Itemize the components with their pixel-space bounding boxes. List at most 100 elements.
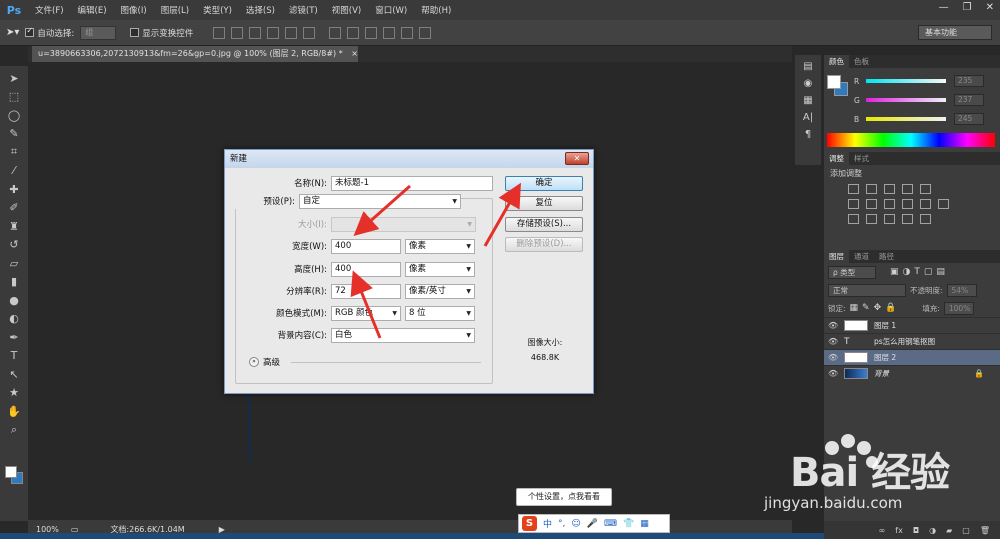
- color-spectrum[interactable]: [827, 133, 995, 147]
- filter-pixel-icon[interactable]: ▣: [890, 267, 899, 277]
- distribute-hcenter-icon[interactable]: [401, 26, 414, 39]
- tab-color[interactable]: 颜色: [824, 55, 849, 68]
- pen-tool-icon[interactable]: ✒: [4, 328, 24, 347]
- resolution-unit-dropdown[interactable]: 像素/英寸: [405, 283, 475, 299]
- brush-tool-icon[interactable]: ✐: [4, 199, 24, 218]
- align-top-icon[interactable]: [213, 26, 226, 39]
- info-panel-icon[interactable]: ▦: [803, 95, 812, 106]
- width-unit-dropdown[interactable]: 像素: [405, 238, 475, 254]
- visibility-eye-icon[interactable]: 👁: [828, 369, 838, 378]
- menu-type[interactable]: 类型(Y): [196, 4, 239, 16]
- zoom-tool-icon[interactable]: ⌕: [4, 421, 24, 440]
- fill-input[interactable]: 100%: [943, 301, 974, 315]
- eraser-tool-icon[interactable]: ▱: [4, 254, 24, 273]
- properties-panel-icon[interactable]: ◉: [804, 78, 813, 89]
- layer-kind-filter[interactable]: ρ 类型: [828, 265, 876, 279]
- menu-select[interactable]: 选择(S): [239, 4, 282, 16]
- ime-punct-icon[interactable]: °,: [558, 519, 565, 529]
- selective-color-icon[interactable]: [920, 214, 931, 224]
- channel-b-value[interactable]: 245: [954, 113, 984, 125]
- tab-channels[interactable]: 通道: [849, 250, 874, 263]
- ime-mode-toggle[interactable]: 中: [543, 517, 552, 530]
- width-input[interactable]: 400: [331, 238, 401, 254]
- ime-keyboard-icon[interactable]: ⌨: [604, 519, 617, 529]
- auto-select-checkbox[interactable]: [25, 26, 35, 37]
- opacity-input[interactable]: 54%: [946, 283, 977, 297]
- menu-image[interactable]: 图像(I): [114, 4, 154, 16]
- channel-mixer-icon[interactable]: [920, 199, 931, 209]
- filter-adjust-icon[interactable]: ◑: [903, 267, 911, 277]
- minimize-button[interactable]: —: [939, 2, 949, 13]
- healing-brush-tool-icon[interactable]: ✚: [4, 180, 24, 199]
- filter-smart-icon[interactable]: ▤: [936, 267, 945, 277]
- name-input[interactable]: 未标题-1: [331, 175, 493, 191]
- layer-row[interactable]: 👁 图层 1: [824, 317, 1000, 333]
- lock-paint-icon[interactable]: ✎: [862, 303, 870, 313]
- dodge-tool-icon[interactable]: ◐: [4, 310, 24, 329]
- expand-chevron-icon[interactable]: »: [249, 357, 259, 367]
- move-tool-icon[interactable]: ➤▾: [6, 27, 19, 38]
- black-white-icon[interactable]: [884, 199, 895, 209]
- shape-tool-icon[interactable]: ★: [4, 384, 24, 403]
- paragraph-panel-icon[interactable]: ¶: [805, 129, 811, 140]
- distribute-right-icon[interactable]: [419, 26, 432, 39]
- advanced-toggle[interactable]: » 高级: [249, 356, 280, 368]
- workspace-switcher[interactable]: 基本功能: [918, 25, 992, 40]
- menu-edit[interactable]: 编辑(E): [71, 4, 114, 16]
- visibility-eye-icon[interactable]: 👁: [828, 321, 838, 330]
- bg-contents-dropdown[interactable]: 白色: [331, 327, 475, 343]
- blur-tool-icon[interactable]: ●: [4, 291, 24, 310]
- tab-layers[interactable]: 图层: [824, 250, 849, 263]
- ime-emoji-icon[interactable]: ☺: [571, 519, 580, 529]
- sogou-logo-icon[interactable]: S: [522, 516, 537, 531]
- quick-select-tool-icon[interactable]: ✎: [4, 125, 24, 144]
- color-mode-dropdown[interactable]: RGB 颜色: [331, 305, 401, 321]
- character-panel-icon[interactable]: A|: [803, 112, 813, 123]
- distribute-top-icon[interactable]: [329, 26, 342, 39]
- save-preset-button[interactable]: 存储预设(S)...: [505, 217, 583, 232]
- menu-window[interactable]: 窗口(W): [368, 4, 414, 16]
- menu-help[interactable]: 帮助(H): [414, 4, 458, 16]
- gradient-map-icon[interactable]: [902, 214, 913, 224]
- menu-file[interactable]: 文件(F): [28, 4, 71, 16]
- ime-voice-icon[interactable]: 🎤: [587, 519, 598, 529]
- color-lookup-icon[interactable]: [938, 199, 949, 209]
- panel-foreground-swatch[interactable]: [827, 75, 841, 89]
- reset-button[interactable]: 复位: [505, 196, 583, 211]
- posterize-icon[interactable]: [866, 214, 877, 224]
- lock-pixels-icon[interactable]: ▦: [850, 303, 859, 313]
- lock-all-icon[interactable]: 🔒: [885, 303, 896, 313]
- distribute-left-icon[interactable]: [383, 26, 396, 39]
- resolution-input[interactable]: 72: [331, 283, 401, 299]
- eyedropper-tool-icon[interactable]: ⁄: [4, 162, 24, 181]
- exposure-icon[interactable]: [902, 184, 913, 194]
- tab-styles[interactable]: 样式: [849, 152, 874, 165]
- type-tool-icon[interactable]: T: [4, 347, 24, 366]
- threshold-icon[interactable]: [884, 214, 895, 224]
- path-select-tool-icon[interactable]: ↖: [4, 365, 24, 384]
- preset-dropdown[interactable]: 自定: [299, 193, 461, 209]
- tab-swatches[interactable]: 色板: [849, 55, 874, 68]
- new-group-icon[interactable]: ▰: [946, 526, 952, 535]
- layer-row[interactable]: 👁 T ps怎么用钢笔抠图: [824, 333, 1000, 349]
- show-transform-checkbox[interactable]: [130, 28, 140, 37]
- menu-filter[interactable]: 滤镜(T): [282, 4, 325, 16]
- add-mask-icon[interactable]: ◘: [913, 526, 919, 535]
- distribute-vcenter-icon[interactable]: [347, 26, 360, 39]
- distribute-bottom-icon[interactable]: [365, 26, 378, 39]
- photo-filter-icon[interactable]: [902, 199, 913, 209]
- fx-icon[interactable]: fx: [895, 526, 903, 535]
- menu-layer[interactable]: 图层(L): [154, 4, 196, 16]
- new-adjustment-icon[interactable]: ◑: [929, 526, 936, 535]
- tab-adjustments[interactable]: 调整: [824, 152, 849, 165]
- delete-layer-icon[interactable]: 🗑: [980, 526, 990, 535]
- height-unit-dropdown[interactable]: 像素: [405, 261, 475, 277]
- levels-icon[interactable]: [866, 184, 877, 194]
- hand-tool-icon[interactable]: ✋: [4, 402, 24, 421]
- lock-position-icon[interactable]: ✥: [874, 303, 882, 313]
- layer-row[interactable]: 👁 背景 🔒: [824, 365, 1000, 381]
- curves-icon[interactable]: [884, 184, 895, 194]
- history-brush-tool-icon[interactable]: ↺: [4, 236, 24, 255]
- history-panel-icon[interactable]: ▤: [803, 61, 812, 72]
- link-layers-icon[interactable]: ∞: [879, 526, 886, 535]
